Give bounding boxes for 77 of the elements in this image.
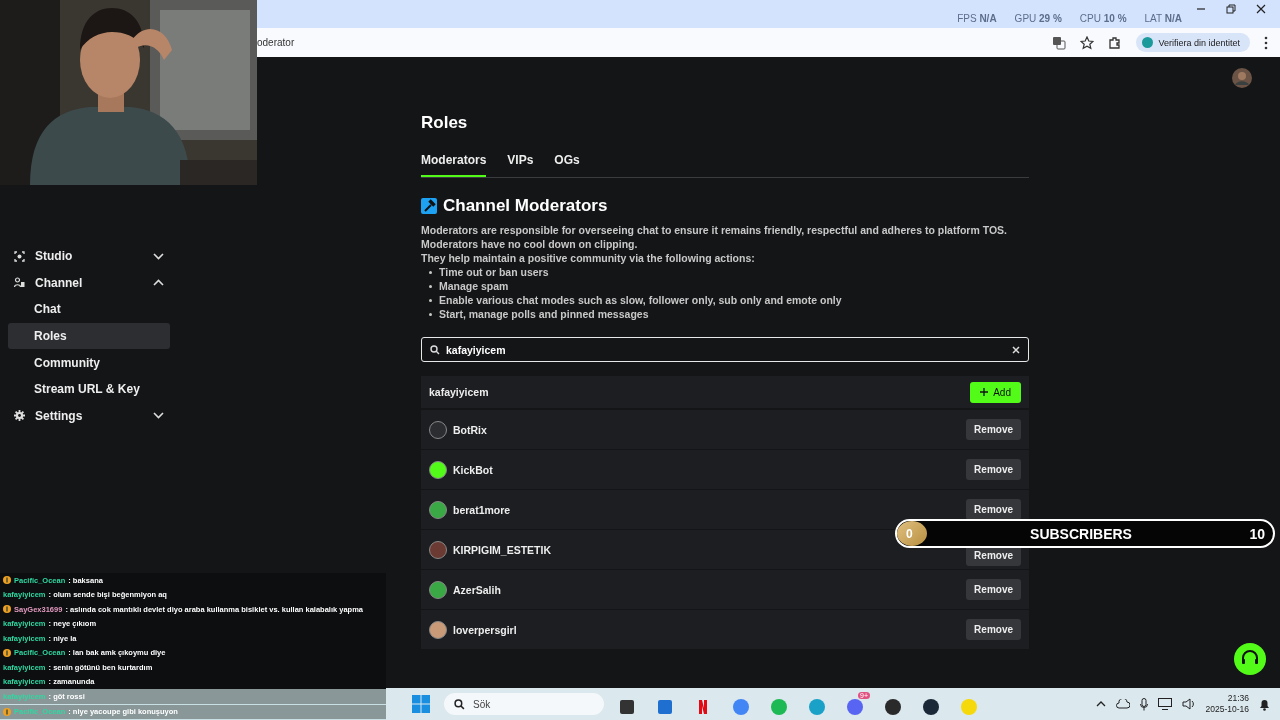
more-icon[interactable] <box>1264 35 1268 50</box>
remove-button[interactable]: Remove <box>966 419 1021 440</box>
chevron-down-icon <box>153 412 164 420</box>
sidebar-subitem[interactable]: Roles <box>8 322 170 350</box>
username: KIRPIGIM_ESTETIK <box>453 543 552 556</box>
sidebar-subitem[interactable]: Community <box>8 349 170 376</box>
extensions-icon[interactable] <box>1108 35 1123 50</box>
bullet-icon <box>429 312 432 316</box>
performance-stat: GPU 29 % <box>1014 12 1062 24</box>
badge-icon <box>3 648 11 657</box>
description-text: They help maintain a positive community via the following actions: <box>421 251 756 265</box>
goal-target-count: 10 <box>1248 525 1266 542</box>
sidebar-item[interactable]: Channel <box>8 269 170 297</box>
camera-icon <box>14 250 25 262</box>
bell-icon[interactable] <box>1259 697 1270 711</box>
plus-icon <box>980 388 989 396</box>
chevron-up-icon <box>153 279 164 287</box>
translate-icon[interactable] <box>1052 35 1067 50</box>
restore-icon[interactable] <box>1226 4 1236 14</box>
badge-icon <box>3 605 11 614</box>
sidebar-item[interactable]: Studio <box>8 243 170 270</box>
username: AzerSalih <box>453 583 502 596</box>
list-item-text: Time out or ban users <box>439 265 549 279</box>
settings-icon <box>14 410 25 422</box>
sidebar-subitem[interactable]: Stream URL & Key <box>8 375 170 403</box>
star-icon[interactable] <box>1080 35 1095 50</box>
performance-stat: LAT N/A <box>1144 12 1182 24</box>
remove-button[interactable]: Remove <box>966 499 1021 520</box>
list-item-text: Manage spam <box>439 279 509 293</box>
search-field[interactable]: kafayiyicem <box>421 337 1029 362</box>
caret-up-icon[interactable] <box>1095 701 1106 707</box>
speaker-icon[interactable] <box>1181 698 1196 710</box>
search-field[interactable]: Sök <box>444 693 604 715</box>
close-icon[interactable] <box>1256 4 1266 14</box>
goal-start-count: 0 <box>897 521 927 546</box>
add-button[interactable]: Add <box>970 381 1021 403</box>
users-icon <box>14 277 25 289</box>
remove-button[interactable]: Remove <box>966 459 1021 480</box>
support-chat-icon[interactable] <box>1234 643 1266 675</box>
monitor-icon[interactable] <box>1157 698 1172 710</box>
list-item-text: Enable various chat modes such as slow, follower only, sub only and emote only <box>439 293 842 307</box>
sidebar-subitem[interactable]: Chat <box>8 296 170 323</box>
tab[interactable]: Moderators <box>421 153 487 177</box>
remove-button[interactable]: Remove <box>966 579 1021 600</box>
list-item-text: Start, manage polls and pinned messages <box>439 307 649 321</box>
description-text: Moderators are responsible for overseeing chat to ensure it remains friendly, respectful and adheres to platform TOS. <box>421 223 1009 237</box>
search-icon <box>454 698 465 710</box>
username: loverpersgirl <box>453 623 518 636</box>
bullet-icon <box>429 298 432 302</box>
clock-date: 2025-10-16 <box>1205 704 1249 715</box>
chevron-down-icon <box>153 252 164 260</box>
bullet-icon <box>429 270 432 274</box>
goal-label: SUBSCRIBERS <box>1029 525 1133 542</box>
section-heading: Channel Moderators <box>443 196 608 216</box>
clock-time: 21:36 <box>1227 693 1249 704</box>
page-title: Roles <box>421 113 469 133</box>
username: berat1more <box>453 503 512 516</box>
search-icon <box>430 344 440 355</box>
username: KickBot <box>453 463 494 476</box>
address-bar[interactable]: oderator <box>257 37 1039 48</box>
clear-icon[interactable] <box>1012 345 1020 354</box>
username: kafayiyicem <box>429 386 490 398</box>
performance-stat: CPU 10 % <box>1079 12 1127 24</box>
tab[interactable]: OGs <box>554 153 580 177</box>
tab[interactable]: VIPs <box>507 153 534 177</box>
username: BotRix <box>453 423 488 436</box>
microphone-icon[interactable] <box>1139 697 1148 711</box>
badge-icon <box>3 576 11 585</box>
cloud-icon[interactable] <box>1115 699 1130 709</box>
badge-icon <box>3 707 11 716</box>
profile-button[interactable]: Verifiera din identitet <box>1136 33 1250 52</box>
description-text: Moderators have no cool down on clipping. <box>421 237 639 251</box>
sidebar-item[interactable]: Settings <box>8 402 170 430</box>
user-avatar-icon[interactable] <box>1232 68 1252 88</box>
performance-stat: FPS N/A <box>957 12 997 24</box>
remove-button[interactable]: Remove <box>966 619 1021 640</box>
bullet-icon <box>429 284 432 288</box>
